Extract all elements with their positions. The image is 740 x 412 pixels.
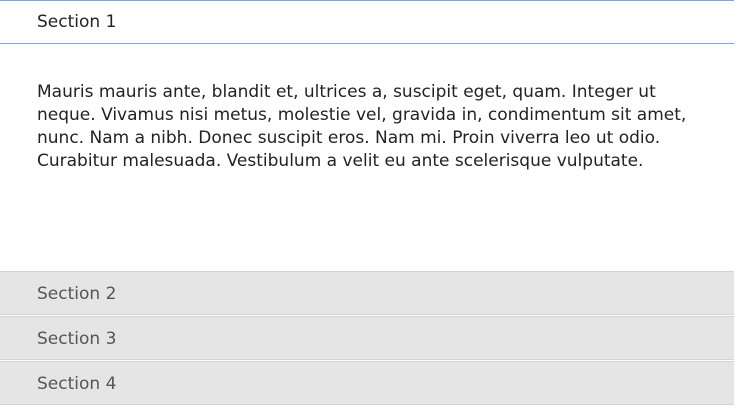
section-2-header[interactable]: Section 2 <box>0 271 734 315</box>
section-4-header[interactable]: Section 4 <box>0 361 734 405</box>
section-1-header[interactable]: Section 1 <box>0 0 734 44</box>
section-1-content: Mauris mauris ante, blandit et, ultrices… <box>37 82 687 171</box>
section-1-panel: Mauris mauris ante, blandit et, ultrices… <box>0 44 734 270</box>
section-3-header[interactable]: Section 3 <box>0 316 734 360</box>
accordion: Section 1 Mauris mauris ante, blandit et… <box>0 0 734 405</box>
